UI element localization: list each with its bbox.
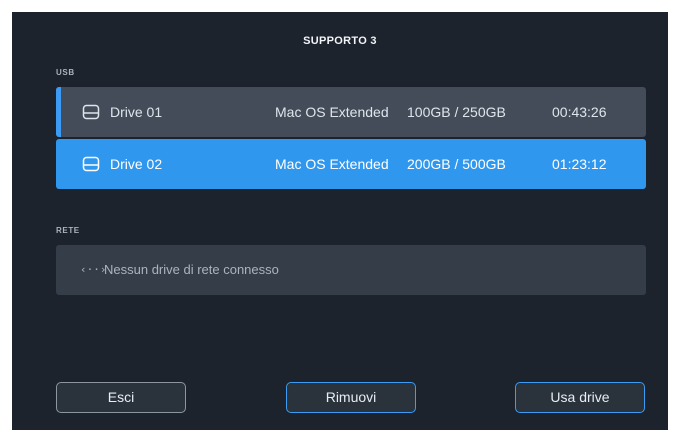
drive-format: Mac OS Extended — [275, 156, 389, 172]
network-empty-message: Nessun drive di rete connesso — [104, 262, 279, 277]
drive-row-1[interactable]: Drive 01 Mac OS Extended 100GB / 250GB 0… — [56, 87, 646, 137]
drive-capacity: 200GB / 500GB — [407, 156, 506, 172]
usb-section-label: USB — [56, 68, 75, 77]
drive-icon — [82, 156, 100, 172]
storage-dialog: SUPPORTO 3 USB Drive 01 Mac OS Extended … — [12, 12, 668, 430]
drive-time-remaining: 00:43:26 — [552, 104, 607, 120]
dialog-title: SUPPORTO 3 — [303, 35, 377, 47]
use-drive-button[interactable]: Usa drive — [515, 382, 645, 413]
drive-name: Drive 02 — [110, 156, 163, 172]
drive-row-indicator — [56, 87, 61, 137]
drive-icon — [82, 104, 100, 120]
exit-button[interactable]: Esci — [56, 382, 186, 413]
drive-format: Mac OS Extended — [275, 104, 389, 120]
drive-name: Drive 01 — [110, 104, 163, 120]
drive-capacity: 100GB / 250GB — [407, 104, 506, 120]
drive-row-2[interactable]: Drive 02 Mac OS Extended 200GB / 500GB 0… — [56, 139, 646, 189]
remove-button[interactable]: Rimuovi — [286, 382, 416, 413]
drive-time-remaining: 01:23:12 — [552, 156, 607, 172]
network-drive-row: ‹··› Nessun drive di rete connesso — [56, 245, 646, 295]
network-link-icon: ‹··› — [80, 263, 107, 276]
network-section-label: RETE — [56, 226, 80, 235]
